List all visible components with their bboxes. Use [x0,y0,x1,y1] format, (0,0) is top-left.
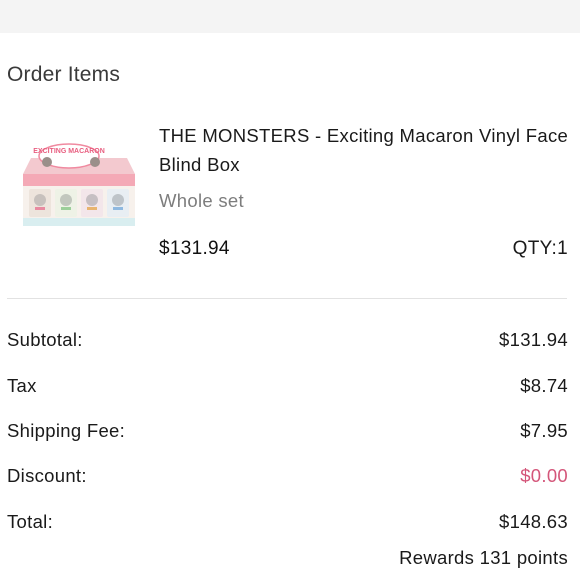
divider [7,298,567,299]
subtotal-value: $131.94 [499,329,568,350]
total-value: $148.63 [499,511,568,532]
discount-label: Discount: [7,465,87,486]
product-variant: Whole set [159,190,244,211]
tax-label: Tax [7,375,37,396]
section-title: Order Items [7,63,121,86]
box-logo-text: EXCITING MACARON [33,148,105,155]
rewards-points: Rewards 131 points [399,547,568,568]
shipping-fee-value: $7.95 [520,420,568,441]
subtotal-label: Subtotal: [7,329,83,350]
product-price: $131.94 [159,238,230,259]
product-quantity: QTY:1 [512,238,568,259]
product-box-image-icon: EXCITING MACARON [23,143,135,226]
shipping-fee-label: Shipping Fee: [7,420,126,441]
product-image[interactable]: EXCITING MACARON [17,140,141,230]
total-label: Total: [7,511,54,532]
top-bar [0,0,580,33]
tax-value: $8.74 [520,375,568,396]
discount-value: $0.00 [520,465,568,486]
product-name[interactable]: THE MONSTERS - Exciting Macaron Vinyl Fa… [159,121,574,179]
